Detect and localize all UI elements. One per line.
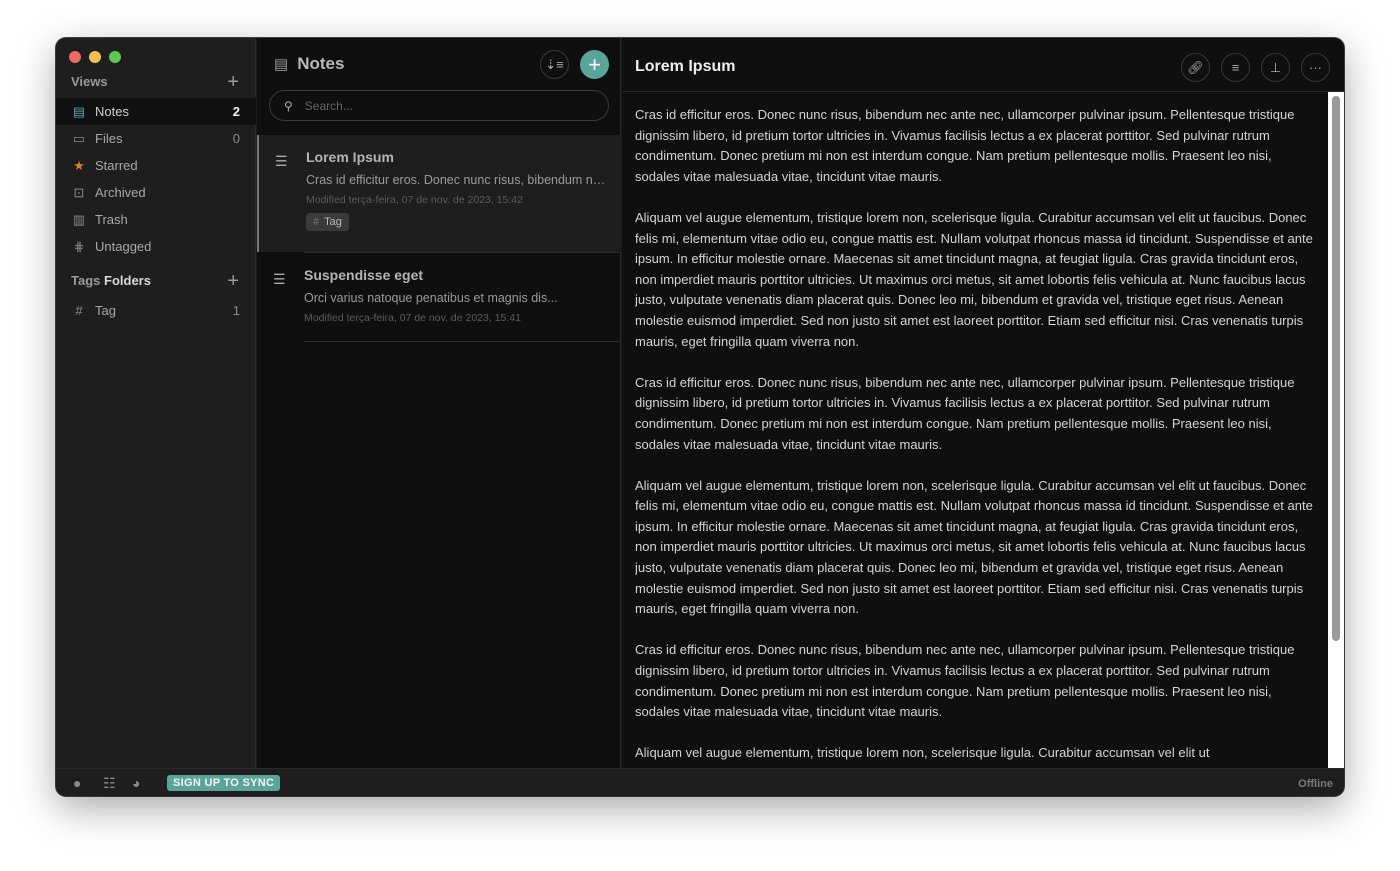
note-list-item[interactable]: ☰ Suspendisse eget Orci varius natoque p… [257, 253, 621, 341]
note-tag[interactable]: # Tag [306, 213, 349, 231]
divider [304, 341, 621, 342]
hash-icon: # [313, 216, 320, 228]
close-window-button[interactable] [69, 51, 81, 63]
sidebar-item-label: Files [95, 131, 123, 146]
add-view-button[interactable]: + [227, 72, 239, 92]
plus-icon: + [588, 51, 601, 77]
more-options-button[interactable]: ··· [1301, 53, 1330, 82]
notes-icon: ▤ [274, 56, 289, 73]
tags-title: Tags [71, 273, 101, 288]
sync-status: Offline [1298, 778, 1333, 790]
sidebar-item-archived[interactable]: ⊡ Archived [56, 179, 256, 206]
paragraph: Aliquam vel augue elementum, tristique l… [635, 745, 1210, 761]
search-box: ⚲ [269, 90, 609, 121]
search-icon: ⚲ [284, 98, 293, 113]
note-type-button[interactable]: ≡ [1221, 53, 1250, 82]
sidebar-item-untagged[interactable]: ⋕ Untagged [56, 233, 256, 260]
note-body-editor[interactable]: Cras id efficitur eros. Donec nunc risus… [635, 105, 1315, 768]
pin-icon: ⊥ [1269, 59, 1282, 75]
maximize-window-button[interactable] [109, 51, 121, 63]
sidebar-item-label: Archived [95, 185, 146, 200]
sidebar-item-label: Untagged [95, 239, 152, 254]
note-preview: Cras id efficitur eros. Donec nunc risus… [306, 173, 606, 187]
note-title: Suspendisse eget [304, 267, 424, 283]
tag-count: 1 [232, 303, 240, 318]
list-header: ▤ Notes [274, 54, 344, 74]
window-controls [69, 51, 121, 63]
add-tag-button[interactable]: + [227, 271, 239, 291]
theme-palette-icon[interactable]: ◕ [132, 775, 140, 791]
notes-count: 2 [232, 104, 240, 119]
paragraph: Cras id efficitur eros. Donec nunc risus… [635, 107, 1295, 184]
link-icon: 🔗︎ [1187, 59, 1204, 75]
divider [622, 91, 1344, 92]
note-preview: Orci varius natoque penatibus et magnis … [304, 291, 558, 305]
search-input[interactable] [304, 98, 585, 113]
note-title: Lorem Ipsum [306, 149, 394, 165]
sidebar-item-label: Starred [95, 158, 138, 173]
sidebar-item-label: Trash [95, 212, 128, 227]
views-heading: Views [71, 74, 108, 89]
paragraph: Aliquam vel augue elementum, tristique l… [635, 477, 1313, 617]
paragraph: Cras id efficitur eros. Donec nunc risus… [635, 374, 1295, 452]
app-window: Views + ▤ Notes 2 ▭ Files 0 ★ Starred ⊡ … [56, 38, 1344, 796]
scrollbar-thumb[interactable] [1332, 96, 1340, 641]
files-count: 0 [232, 131, 240, 146]
trash-icon: ▥ [72, 211, 86, 227]
notes-icon: ▤ [72, 103, 86, 119]
sidebar-item-label: Notes [95, 104, 129, 119]
footer-bar: ● ☷ ◕ SIGN UP TO SYNC Offline [56, 768, 1344, 796]
list-title: Notes [297, 54, 345, 73]
paragraph: Cras id efficitur eros. Donec nunc risus… [635, 642, 1295, 720]
pin-button[interactable]: ⊥ [1261, 53, 1290, 82]
new-note-button[interactable]: + [580, 50, 609, 79]
folder-icon: ▭ [72, 130, 86, 146]
sidebar-item-notes[interactable]: ▤ Notes 2 [56, 98, 256, 125]
sign-up-to-sync-button[interactable]: SIGN UP TO SYNC [167, 775, 281, 791]
archive-icon: ⊡ [73, 184, 85, 200]
sidebar-item-label: Tag [95, 303, 116, 318]
plain-text-icon: ☰ [273, 271, 286, 287]
lines-icon: ≡ [1231, 60, 1240, 75]
tag-label: Tag [324, 216, 342, 228]
sidebar-item-tag[interactable]: # Tag 1 [56, 297, 256, 324]
sidebar-item-trash[interactable]: ▥ Trash [56, 206, 256, 233]
folders-title: Folders [104, 273, 151, 288]
paragraph: Aliquam vel augue elementum, tristique l… [635, 209, 1313, 349]
sort-icon: ⇣≡ [545, 56, 564, 72]
plain-text-icon: ☰ [275, 153, 288, 169]
minimize-window-button[interactable] [89, 51, 101, 63]
link-button[interactable]: 🔗︎ [1181, 53, 1210, 82]
account-icon[interactable]: ● [73, 775, 81, 791]
editor-panel: Lorem Ipsum 🔗︎ ≡ ⊥ ··· Cras id efficitur… [622, 38, 1344, 768]
sort-button[interactable]: ⇣≡ [540, 50, 569, 79]
note-modified: Modified terça-feira, 07 de nov. de 2023… [304, 312, 521, 324]
sidebar-item-starred[interactable]: ★ Starred [56, 152, 256, 179]
note-modified: Modified terça-feira, 07 de nov. de 2023… [306, 194, 523, 206]
sidebar-item-files[interactable]: ▭ Files 0 [56, 125, 256, 152]
ellipsis-icon: ··· [1309, 60, 1322, 75]
hash-icon: # [75, 303, 83, 318]
note-title-field[interactable]: Lorem Ipsum [635, 58, 735, 76]
sidebar: Views + ▤ Notes 2 ▭ Files 0 ★ Starred ⊡ … [56, 38, 256, 768]
preferences-icon[interactable]: ☷ [103, 775, 116, 792]
notes-list-panel: ▤ Notes ⇣≡ + ⚲ ☰ Lorem Ipsum Cras id eff… [257, 38, 621, 768]
untagged-icon: ⋕ [73, 238, 85, 254]
tags-heading: Tags Folders [71, 273, 151, 288]
note-list-item[interactable]: ☰ Lorem Ipsum Cras id efficitur eros. Do… [257, 135, 621, 252]
star-icon: ★ [73, 157, 85, 173]
